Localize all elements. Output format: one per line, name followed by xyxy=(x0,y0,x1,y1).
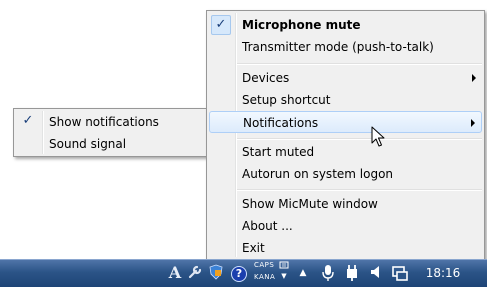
shield-icon[interactable] xyxy=(209,264,223,282)
network-icon[interactable] xyxy=(391,264,409,282)
notifications-label: Notifications xyxy=(243,116,319,130)
ime-a-icon[interactable]: A xyxy=(168,264,182,282)
menu-item-transmitter-mode[interactable]: Transmitter mode (push-to-talk) xyxy=(209,36,482,58)
show-window-label: Show MicMute window xyxy=(242,197,378,211)
help-icon[interactable]: ? xyxy=(231,266,247,282)
volume-icon[interactable] xyxy=(369,264,383,282)
caps-indicator: CAPS xyxy=(254,261,275,269)
menu-item-exit[interactable]: Exit xyxy=(209,237,482,259)
menu-item-autorun[interactable]: Autorun on system logon xyxy=(209,163,482,185)
submenu-arrow-icon xyxy=(471,119,475,127)
menu-item-setup-shortcut[interactable]: Setup shortcut xyxy=(209,89,482,111)
microphone-mute-label: Microphone mute xyxy=(242,18,361,32)
microphone-icon[interactable] xyxy=(321,264,335,282)
setup-shortcut-label: Setup shortcut xyxy=(242,93,331,107)
submenu-arrow-icon xyxy=(472,74,476,82)
exit-label: Exit xyxy=(242,241,265,255)
taskbar: A ? CAPS KANA ▼ ▲ 18:16 xyxy=(0,259,487,287)
show-hidden-icons-arrow[interactable]: ▲ xyxy=(297,264,309,282)
about-label: About ... xyxy=(242,219,293,233)
sound-signal-label: Sound signal xyxy=(49,137,127,151)
menu-item-microphone-mute[interactable]: ✓ Microphone mute xyxy=(209,14,482,36)
checkmark-icon: ✓ xyxy=(211,15,231,35)
power-plug-icon[interactable] xyxy=(344,264,360,282)
mouse-cursor-icon xyxy=(371,126,385,147)
menu-item-show-notifications[interactable]: ✓ Show notifications xyxy=(16,111,207,133)
menu-item-devices[interactable]: Devices xyxy=(209,67,482,89)
checkmark-icon: ✓ xyxy=(22,113,34,128)
menu-item-show-window[interactable]: Show MicMute window xyxy=(209,193,482,215)
tools-icon[interactable] xyxy=(187,264,203,282)
ime-dropdown-icon[interactable]: ▼ xyxy=(280,272,288,280)
menu-separator xyxy=(237,63,482,65)
menu-separator xyxy=(237,138,482,140)
tray-context-menu: ✓ Microphone mute Transmitter mode (push… xyxy=(206,10,485,260)
system-clock[interactable]: 18:16 xyxy=(418,266,468,280)
notifications-submenu: ✓ Show notifications Sound signal xyxy=(13,108,210,157)
ime-mode-icon[interactable] xyxy=(279,261,289,271)
devices-label: Devices xyxy=(242,71,290,85)
start-muted-label: Start muted xyxy=(242,145,315,159)
menu-separator xyxy=(237,189,482,191)
menu-item-notifications[interactable]: Notifications xyxy=(209,111,482,133)
transmitter-mode-label: Transmitter mode (push-to-talk) xyxy=(242,40,434,54)
menu-item-sound-signal[interactable]: Sound signal xyxy=(16,133,207,155)
show-notifications-label: Show notifications xyxy=(49,115,159,129)
autorun-label: Autorun on system logon xyxy=(242,167,394,181)
kana-indicator: KANA xyxy=(254,273,276,281)
menu-item-about[interactable]: About ... xyxy=(209,215,482,237)
menu-item-start-muted[interactable]: Start muted xyxy=(209,141,482,163)
